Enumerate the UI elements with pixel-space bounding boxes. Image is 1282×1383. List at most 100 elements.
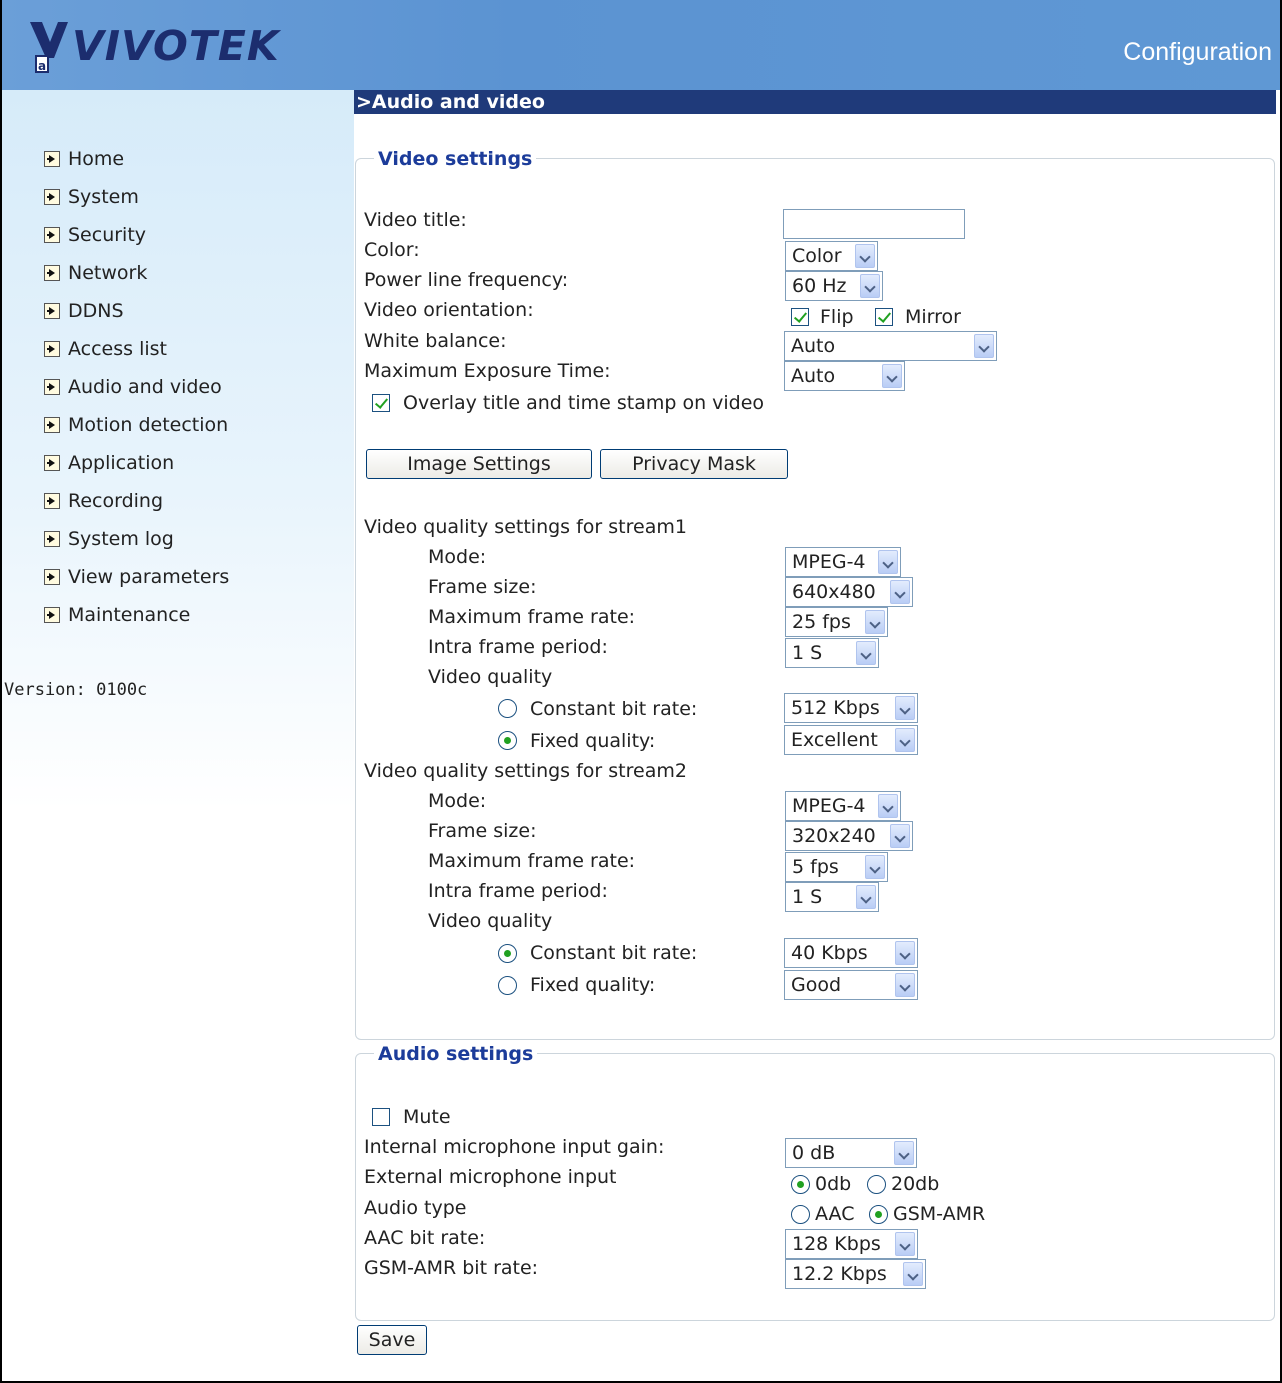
audio-settings-legend: Audio settings (374, 1043, 538, 1065)
stream1-fixed-quality-label: Fixed quality: (530, 730, 656, 752)
stream2-max-frame-rate-label: Maximum frame rate: (428, 850, 636, 872)
image-settings-button[interactable]: Image Settings (366, 449, 592, 479)
overlay-checkbox[interactable] (372, 394, 390, 412)
arrow-icon (44, 151, 60, 167)
stream1-fixed-quality-value: Excellent (791, 729, 878, 751)
vivotek-logo[interactable]: a VIVOTEK (28, 16, 280, 76)
stream1-cbr-label: Constant bit rate: (530, 698, 698, 720)
gsm-bit-rate-select[interactable]: 12.2 Kbps (785, 1259, 926, 1289)
stream2-cbr-select[interactable]: 40 Kbps (784, 938, 918, 968)
sidebar-item-view-parameters[interactable]: View parameters (44, 564, 229, 590)
arrow-icon (44, 493, 60, 509)
logo-mark-icon: a (28, 18, 70, 74)
sidebar-item-audio-video[interactable]: Audio and video (44, 374, 222, 400)
sidebar-item-access-list[interactable]: Access list (44, 336, 167, 362)
stream1-frame-size-label: Frame size: (428, 576, 537, 598)
sidebar-item-maintenance[interactable]: Maintenance (44, 602, 190, 628)
ext-0db-radio[interactable] (791, 1175, 810, 1194)
sidebar-item-security[interactable]: Security (44, 222, 146, 248)
flip-checkbox[interactable] (791, 308, 809, 326)
video-title-label: Video title: (364, 209, 467, 231)
arrow-icon (44, 417, 60, 433)
exposure-label: Maximum Exposure Time: (364, 360, 611, 382)
stream2-fixed-quality-label: Fixed quality: (530, 974, 656, 996)
header-bar: a VIVOTEK Configuration (2, 0, 1280, 90)
stream1-max-frame-rate-label: Maximum frame rate: (428, 606, 636, 628)
stream1-cbr-radio[interactable] (498, 699, 517, 718)
orientation-label: Video orientation: (364, 299, 534, 321)
sidebar-item-ddns[interactable]: DDNS (44, 298, 124, 324)
stream2-cbr-value: 40 Kbps (791, 942, 868, 964)
stream2-max-frame-rate-select[interactable]: 5 fps (785, 852, 888, 882)
stream1-max-frame-rate-select[interactable]: 25 fps (785, 607, 888, 637)
chevron-down-icon (878, 794, 898, 818)
white-balance-select[interactable]: Auto (784, 331, 997, 361)
stream1-frame-size-value: 640x480 (792, 581, 876, 603)
chevron-down-icon (903, 1262, 923, 1286)
stream2-cbr-radio[interactable] (498, 944, 517, 963)
sidebar-item-network[interactable]: Network (44, 260, 147, 286)
stream2-mode-label: Mode: (428, 790, 487, 812)
stream1-cbr-select[interactable]: 512 Kbps (784, 693, 918, 723)
mirror-checkbox[interactable] (875, 308, 893, 326)
chevron-down-icon (882, 364, 902, 388)
audio-type-aac-label: AAC (815, 1203, 855, 1225)
sidebar-item-home[interactable]: Home (44, 146, 124, 172)
sidebar-item-label: Application (68, 452, 175, 474)
stream2-fixed-quality-select[interactable]: Good (784, 970, 918, 1000)
arrow-icon (44, 569, 60, 585)
mute-checkbox[interactable] (372, 1108, 390, 1126)
save-button[interactable]: Save (357, 1325, 427, 1355)
sidebar-item-recording[interactable]: Recording (44, 488, 163, 514)
color-label: Color: (364, 239, 420, 261)
aac-bit-rate-select[interactable]: 128 Kbps (785, 1229, 918, 1259)
sidebar-item-label: DDNS (68, 300, 124, 322)
sidebar-item-label: Access list (68, 338, 167, 360)
stream2-intra-select[interactable]: 1 S (785, 882, 879, 912)
stream1-video-quality-label: Video quality (428, 666, 553, 688)
stream1-intra-value: 1 S (792, 642, 823, 664)
arrow-icon (44, 303, 60, 319)
external-mic-label: External microphone input (364, 1166, 617, 1188)
arrow-icon (44, 379, 60, 395)
sidebar-item-label: Network (68, 262, 148, 284)
stream1-max-frame-rate-value: 25 fps (792, 611, 851, 633)
chevron-down-icon (865, 610, 885, 634)
stream1-intra-select[interactable]: 1 S (785, 638, 879, 668)
power-line-select[interactable]: 60 Hz (785, 271, 883, 301)
sidebar-item-motion-detection[interactable]: Motion detection (44, 412, 228, 438)
stream2-max-frame-rate-value: 5 fps (792, 856, 839, 878)
arrow-icon (44, 531, 60, 547)
ext-20db-radio[interactable] (867, 1175, 886, 1194)
sidebar-item-application[interactable]: Application (44, 450, 174, 476)
gain-label: Internal microphone input gain: (364, 1136, 665, 1158)
audio-type-gsm-radio[interactable] (869, 1205, 888, 1224)
stream1-frame-size-select[interactable]: 640x480 (785, 577, 913, 607)
stream2-fixed-quality-radio[interactable] (498, 976, 517, 995)
gain-select-value: 0 dB (792, 1142, 836, 1164)
arrow-icon (44, 189, 60, 205)
stream2-mode-value: MPEG-4 (792, 795, 866, 817)
sidebar: Home System Security Network DDNS Access… (2, 90, 354, 1381)
audio-type-aac-radio[interactable] (791, 1205, 810, 1224)
sidebar-item-system-log[interactable]: System log (44, 526, 174, 552)
sidebar-item-system[interactable]: System (44, 184, 139, 210)
chevron-down-icon (856, 885, 876, 909)
chevron-down-icon (890, 580, 910, 604)
sidebar-item-label: Motion detection (68, 414, 229, 436)
video-title-input[interactable] (783, 209, 965, 239)
stream2-heading: Video quality settings for stream2 (364, 760, 687, 782)
chevron-down-icon (855, 244, 875, 268)
ext-0db-label: 0db (815, 1173, 852, 1195)
stream1-fixed-quality-radio[interactable] (498, 731, 517, 750)
stream1-fixed-quality-select[interactable]: Excellent (784, 725, 918, 755)
stream1-mode-select[interactable]: MPEG-4 (785, 547, 901, 577)
gain-select[interactable]: 0 dB (785, 1138, 917, 1168)
privacy-mask-button[interactable]: Privacy Mask (600, 449, 788, 479)
stream2-frame-size-select[interactable]: 320x240 (785, 821, 913, 851)
chevron-down-icon (895, 941, 915, 965)
stream2-mode-select[interactable]: MPEG-4 (785, 791, 901, 821)
exposure-select[interactable]: Auto (784, 361, 905, 391)
stream2-frame-size-value: 320x240 (792, 825, 876, 847)
color-select[interactable]: Color (785, 241, 878, 271)
